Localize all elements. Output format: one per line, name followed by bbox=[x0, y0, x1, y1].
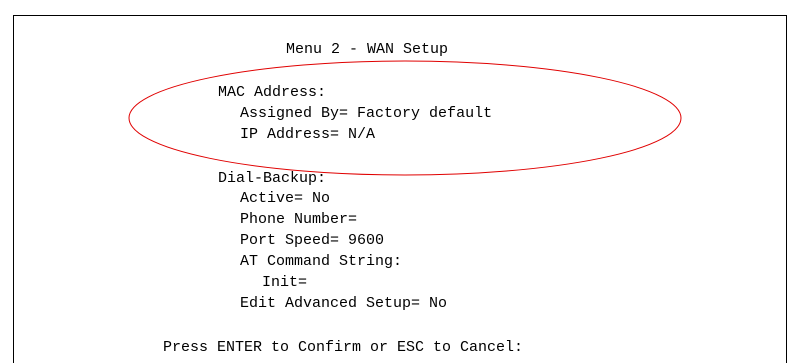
ip-address-value[interactable]: N/A bbox=[348, 126, 375, 143]
port-speed-label: Port Speed= bbox=[240, 232, 340, 249]
ip-address-label: IP Address= bbox=[240, 126, 340, 143]
ip-address-field[interactable]: IP Address= N/A bbox=[240, 126, 375, 144]
at-command-heading: AT Command String: bbox=[240, 253, 403, 270]
init-field[interactable]: Init= bbox=[262, 274, 307, 292]
active-label: Active= bbox=[240, 190, 304, 207]
assigned-by-field[interactable]: Assigned By= Factory default bbox=[240, 105, 492, 123]
port-speed-field[interactable]: Port Speed= 9600 bbox=[240, 232, 384, 250]
edit-advanced-label: Edit Advanced Setup= bbox=[240, 295, 421, 312]
assigned-by-value[interactable]: Factory default bbox=[357, 105, 492, 122]
dial-backup-heading: Dial-Backup: bbox=[218, 170, 327, 187]
assigned-by-label: Assigned By= bbox=[240, 105, 349, 122]
edit-advanced-value[interactable]: No bbox=[429, 295, 447, 312]
active-value[interactable]: No bbox=[312, 190, 330, 207]
phone-number-field[interactable]: Phone Number= bbox=[240, 211, 357, 229]
active-field[interactable]: Active= No bbox=[240, 190, 330, 208]
footer-prompt: Press ENTER to Confirm or ESC to Cancel: bbox=[163, 339, 524, 356]
edit-advanced-field[interactable]: Edit Advanced Setup= No bbox=[240, 295, 447, 313]
menu-title: Menu 2 - WAN Setup bbox=[286, 41, 449, 58]
mac-address-heading: MAC Address: bbox=[218, 84, 327, 101]
port-speed-value[interactable]: 9600 bbox=[348, 232, 384, 249]
phone-number-label: Phone Number= bbox=[240, 211, 358, 228]
init-label: Init= bbox=[262, 274, 308, 291]
